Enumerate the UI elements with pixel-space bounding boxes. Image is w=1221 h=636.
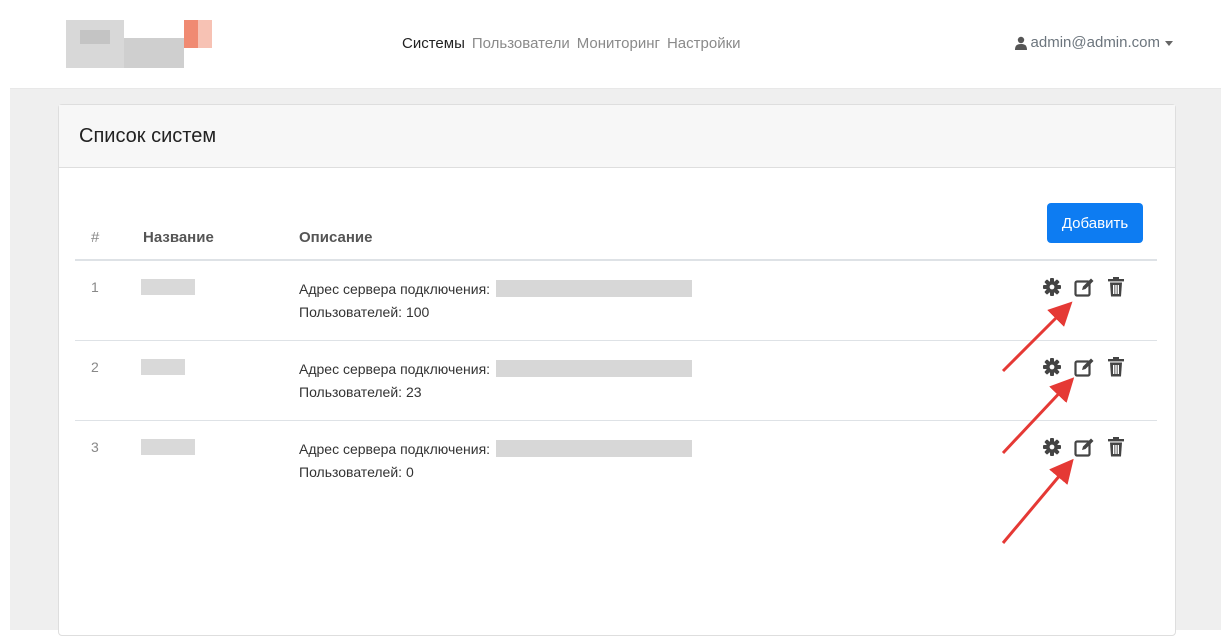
user-menu[interactable]: admin@admin.com <box>1014 34 1174 51</box>
edit-icon[interactable] <box>1073 356 1095 378</box>
trash-icon[interactable] <box>1105 436 1127 458</box>
row-number: 2 <box>91 359 99 375</box>
address-redacted <box>496 440 693 457</box>
users-count: Пользователей: 0 <box>299 464 414 480</box>
edit-icon[interactable] <box>1073 436 1095 458</box>
gear-icon[interactable] <box>1041 356 1063 378</box>
main-nav: Системы Пользователи Мониторинг Настройк… <box>402 35 741 52</box>
app-logo[interactable] <box>66 20 214 68</box>
system-name-redacted <box>141 439 195 455</box>
trash-icon[interactable] <box>1105 276 1127 298</box>
column-header-description: Описание <box>299 229 373 246</box>
gear-icon[interactable] <box>1041 276 1063 298</box>
row-description: Адрес сервера подключения: Пользователей… <box>299 438 693 484</box>
system-name-redacted <box>141 359 185 375</box>
table-row: 3 Адрес сервера подключения: Пользовател… <box>59 421 1175 501</box>
row-description: Адрес сервера подключения: Пользователей… <box>299 358 693 404</box>
row-actions <box>1041 276 1127 298</box>
table-row: 1 Адрес сервера подключения: Пользовател… <box>59 261 1175 341</box>
address-label: Адрес сервера подключения: <box>299 441 491 457</box>
users-count: Пользователей: 23 <box>299 384 422 400</box>
column-header-name: Название <box>143 229 214 246</box>
trash-icon[interactable] <box>1105 356 1127 378</box>
row-actions <box>1041 436 1127 458</box>
card-title: Список систем <box>59 105 1175 168</box>
users-count: Пользователей: 100 <box>299 304 430 320</box>
edit-icon[interactable] <box>1073 276 1095 298</box>
nav-monitoring[interactable]: Мониторинг <box>577 35 660 52</box>
row-number: 1 <box>91 279 99 295</box>
column-header-number: # <box>91 229 100 246</box>
caret-down-icon <box>1164 38 1174 48</box>
nav-users[interactable]: Пользователи <box>472 35 570 52</box>
system-name-redacted <box>141 279 195 295</box>
address-label: Адрес сервера подключения: <box>299 361 491 377</box>
address-label: Адрес сервера подключения: <box>299 281 491 297</box>
gear-icon[interactable] <box>1041 436 1063 458</box>
address-redacted <box>496 360 693 377</box>
add-button[interactable]: Добавить <box>1047 203 1143 243</box>
nav-systems[interactable]: Системы <box>402 35 465 52</box>
nav-settings[interactable]: Настройки <box>667 35 741 52</box>
user-icon <box>1014 36 1027 50</box>
systems-card: Список систем Добавить # Название Описан… <box>58 104 1176 636</box>
user-email: admin@admin.com <box>1030 34 1160 51</box>
row-actions <box>1041 356 1127 378</box>
row-description: Адрес сервера подключения: Пользователей… <box>299 278 693 324</box>
table-row: 2 Адрес сервера подключения: Пользовател… <box>59 341 1175 421</box>
address-redacted <box>496 280 693 297</box>
top-navbar: Системы Пользователи Мониторинг Настройк… <box>10 0 1221 89</box>
row-number: 3 <box>91 439 99 455</box>
